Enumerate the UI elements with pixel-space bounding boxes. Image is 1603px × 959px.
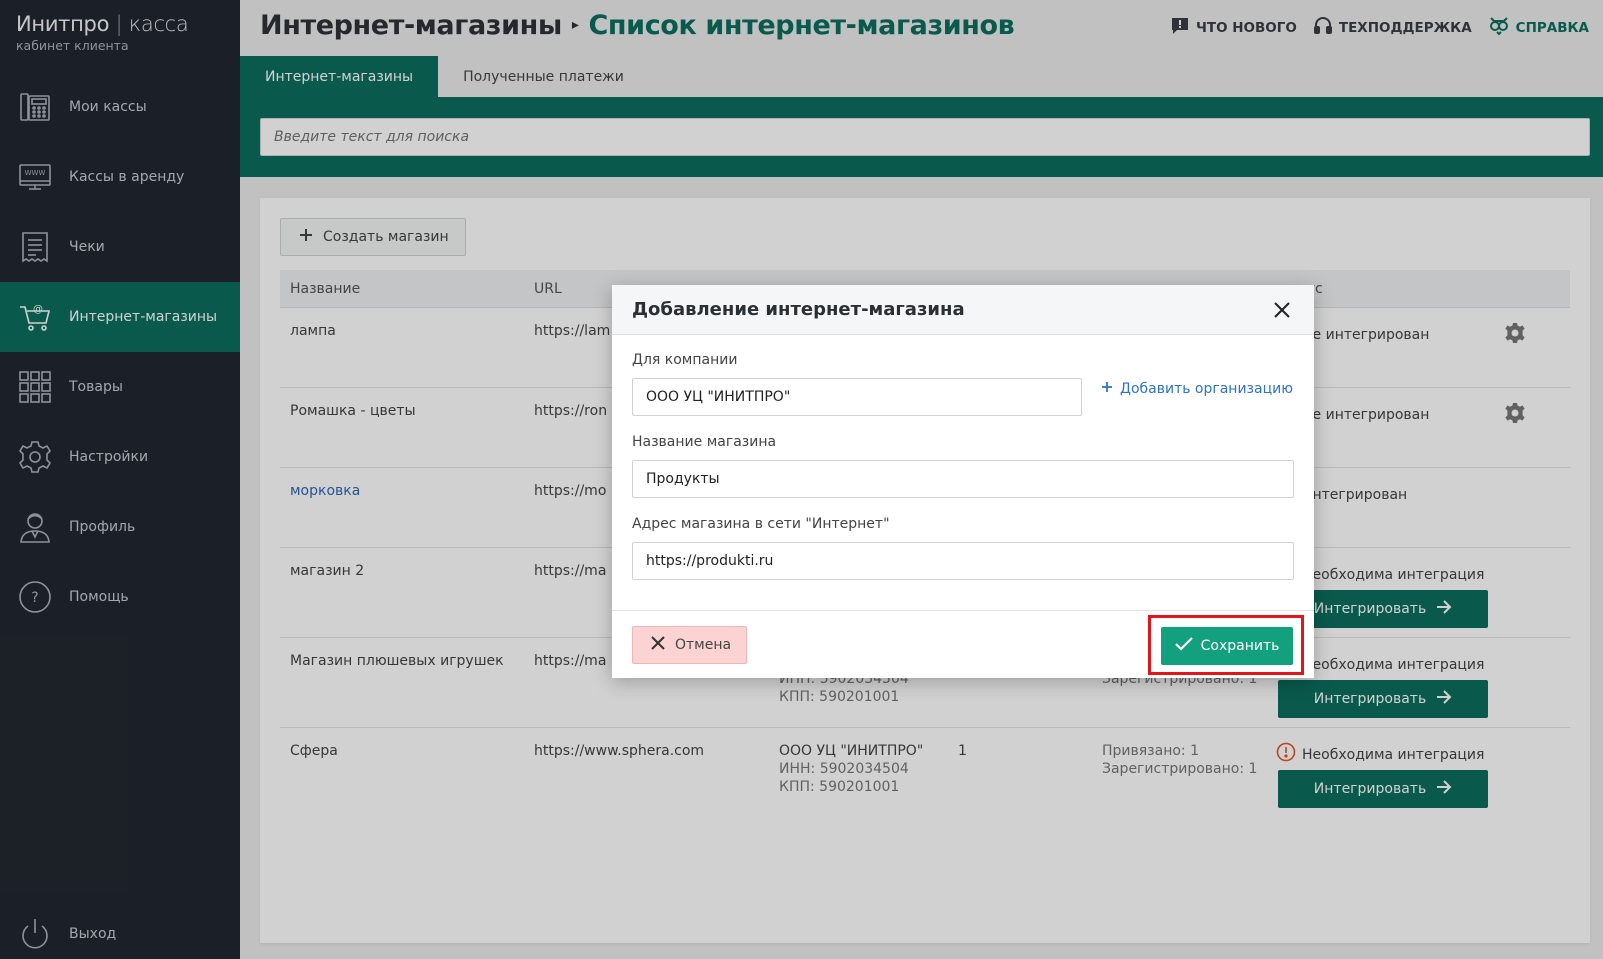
save-label: Сохранить	[1200, 638, 1280, 654]
save-button[interactable]: Сохранить	[1161, 627, 1293, 665]
shop-url-field[interactable]	[632, 542, 1294, 580]
close-icon	[651, 636, 665, 654]
shop-name-field[interactable]	[632, 460, 1294, 498]
close-icon[interactable]	[1270, 298, 1294, 322]
shop-url-label: Адрес магазина в сети "Интернет"	[632, 516, 890, 532]
cancel-label: Отмена	[675, 637, 732, 653]
shop-name-label: Название магазина	[632, 434, 777, 450]
cancel-button[interactable]: Отмена	[632, 626, 748, 664]
add-organization-label: Добавить организацию	[1120, 381, 1293, 397]
save-highlight-box: Сохранить	[1148, 615, 1304, 675]
check-icon	[1174, 637, 1193, 655]
dialog-header: Добавление интернет-магазина	[612, 285, 1314, 335]
company-field[interactable]	[632, 378, 1082, 416]
company-label: Для компании	[632, 352, 738, 368]
add-shop-dialog: Добавление интернет-магазина Для компани…	[612, 285, 1314, 678]
dialog-title: Добавление интернет-магазина	[632, 299, 965, 320]
add-organization-link[interactable]: Добавить организацию	[1101, 381, 1293, 397]
dialog-footer: Отмена Сохранить	[612, 610, 1314, 678]
plus-icon	[1101, 381, 1113, 397]
